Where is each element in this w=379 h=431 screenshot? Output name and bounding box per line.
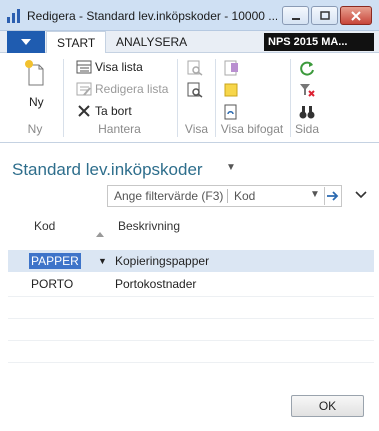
column-header-beskrivning[interactable]: Beskrivning xyxy=(118,219,180,233)
ribbon-group-ny: Ny Ny xyxy=(10,55,60,141)
clear-filter-button[interactable] xyxy=(298,81,316,99)
minimize-icon xyxy=(291,17,300,20)
page-title: Standard lev.inköpskoder xyxy=(12,160,203,179)
arrow-right-icon xyxy=(327,191,339,201)
binoculars-icon xyxy=(299,106,315,119)
ribbon-group-visa: Visa xyxy=(180,55,213,141)
refresh-button[interactable] xyxy=(298,59,316,77)
view-list-label: Visa lista xyxy=(95,60,143,74)
row-divider xyxy=(8,296,374,297)
links-button[interactable] xyxy=(222,103,240,121)
clear-filter-icon xyxy=(300,84,315,97)
find-binoculars-button[interactable] xyxy=(298,103,316,121)
find-in-list-button[interactable] xyxy=(186,81,204,99)
column-header-kod[interactable]: Kod xyxy=(34,219,55,233)
view-list-icon xyxy=(76,59,92,75)
new-document-icon xyxy=(25,60,44,86)
link-document-icon xyxy=(224,104,237,120)
new-button[interactable] xyxy=(24,59,46,87)
dynamics-nav-icon xyxy=(6,8,22,24)
maximize-icon xyxy=(319,10,330,20)
new-label: Ny xyxy=(29,95,44,109)
minimize-button[interactable] xyxy=(282,6,309,25)
find-list-icon xyxy=(187,82,203,98)
group-label-sida: Sida xyxy=(294,122,320,136)
group-label-hantera: Hantera xyxy=(98,122,141,136)
table-row[interactable]: PORTO Portokostnader xyxy=(8,273,374,295)
row-divider xyxy=(8,362,374,363)
edit-list-button[interactable]: Redigera lista xyxy=(76,81,168,97)
group-label-visa: Visa xyxy=(184,122,209,136)
window-title: Redigera - Standard lev.inköpskoder - 10… xyxy=(27,9,277,23)
delete-icon xyxy=(76,103,92,119)
chevron-down-icon xyxy=(355,191,367,199)
group-label-visa-bifogat: Visa bifogat xyxy=(220,122,284,136)
ribbon-tab-row: START ANALYSERA NPS 2015 MA... xyxy=(0,31,379,54)
delete-button[interactable]: Ta bort xyxy=(76,103,132,119)
application-menu-button[interactable] xyxy=(7,31,45,53)
cell-beskrivning[interactable]: Kopieringspapper xyxy=(115,254,209,268)
chevron-down-icon xyxy=(21,39,31,45)
find-button[interactable] xyxy=(186,59,204,77)
ribbon-group-hantera: Visa lista Redigera lista Ta bort Hanter… xyxy=(66,55,173,141)
title-menu-caret[interactable]: ▼ xyxy=(226,162,236,173)
view-list-button[interactable]: Visa lista xyxy=(76,59,143,75)
title-bar: Redigera - Standard lev.inköpskoder - 10… xyxy=(0,0,379,31)
onenote-icon xyxy=(224,60,238,76)
edit-list-icon xyxy=(76,81,92,97)
row-divider xyxy=(8,340,374,341)
find-icon xyxy=(187,60,203,76)
ok-button[interactable]: OK xyxy=(291,395,364,417)
row-divider xyxy=(8,318,374,319)
cell-kod[interactable]: PORTO xyxy=(31,277,73,291)
delete-label: Ta bort xyxy=(95,104,132,118)
onenote-button[interactable] xyxy=(222,59,240,77)
filter-box: Ange filtervärde (F3) Kod ▼ xyxy=(107,185,342,207)
filter-field-select[interactable]: Kod xyxy=(234,189,255,203)
group-label-ny: Ny xyxy=(27,122,43,136)
cell-kod-value: PAPPER xyxy=(29,253,81,269)
filter-field-caret[interactable]: ▼ xyxy=(310,189,320,200)
refresh-icon xyxy=(300,61,314,76)
ribbon-group-visa-bifogat: Visa bifogat xyxy=(216,55,288,141)
ribbon: Ny Ny Visa lista Redigera lista Ta bort … xyxy=(0,53,379,143)
ribbon-divider xyxy=(63,59,64,137)
close-button[interactable] xyxy=(340,6,372,25)
edit-list-label: Redigera lista xyxy=(95,82,169,96)
cell-beskrivning[interactable]: Portokostnader xyxy=(115,277,196,291)
table-row[interactable]: PAPPER ▼ Kopieringspapper xyxy=(8,250,374,272)
maximize-button[interactable] xyxy=(311,6,338,25)
expand-filter-button[interactable] xyxy=(355,188,367,202)
cell-kod[interactable]: PAPPER xyxy=(29,253,81,269)
note-icon xyxy=(224,83,238,97)
filter-input[interactable]: Ange filtervärde (F3) xyxy=(114,189,223,203)
notes-button[interactable] xyxy=(222,81,240,99)
ribbon-divider xyxy=(177,59,178,137)
close-icon xyxy=(351,10,361,21)
tab-start[interactable]: START xyxy=(46,31,107,54)
tab-analysera[interactable]: ANALYSERA xyxy=(106,31,197,53)
apply-filter-button[interactable] xyxy=(324,187,341,205)
lookup-caret[interactable]: ▼ xyxy=(98,256,107,266)
filter-divider xyxy=(227,189,228,203)
ribbon-group-sida: Sida xyxy=(291,55,323,141)
company-name: NPS 2015 MA... xyxy=(264,33,374,51)
sort-ascending-icon xyxy=(96,226,104,240)
